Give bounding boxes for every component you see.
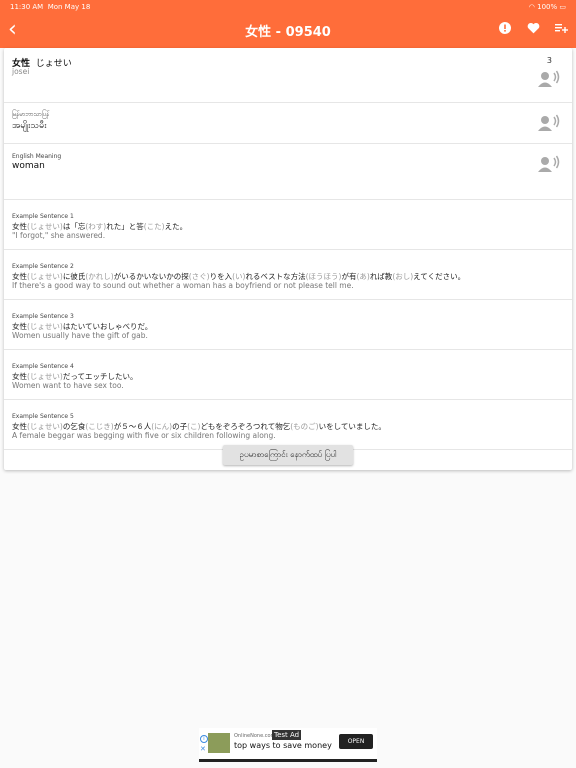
close-icon[interactable]: ✕	[200, 745, 206, 753]
example-sentence-label: Example Sentence 4	[12, 363, 74, 370]
example-sentence-label: Example Sentence 5	[12, 413, 74, 420]
wifi-icon: ◠	[528, 3, 535, 11]
japanese-text: れた」と答	[106, 222, 144, 231]
word-reading: じょせい	[35, 59, 72, 69]
ad-tag: Test Ad	[272, 730, 302, 740]
furigana: (ものご)	[290, 422, 319, 431]
furigana: (あ)	[356, 272, 370, 281]
japanese-text: はたいていおしゃべりだ。	[62, 322, 153, 331]
speaker-icon[interactable]	[538, 70, 560, 88]
furigana: (おし)	[392, 272, 414, 281]
japanese-text: は「忘	[62, 222, 86, 231]
furigana: (こた)	[143, 222, 165, 231]
japanese-text: えてください。	[413, 272, 466, 281]
ad-image	[208, 733, 230, 753]
japanese-text: いをしていました。	[318, 422, 386, 431]
japanese-text: の子	[172, 422, 188, 431]
speaker-icon[interactable]	[538, 114, 560, 132]
example-sentence-english: If there's a good way to sound out wheth…	[12, 281, 354, 290]
japanese-text: どもをぞろぞろつれて物乞	[200, 422, 291, 431]
adchoices-icon[interactable]: i	[200, 735, 208, 743]
add-list-icon[interactable]	[554, 21, 568, 35]
japanese-text: に彼氏	[62, 272, 86, 281]
japanese-text: 女性	[12, 222, 27, 231]
example-sentence-label: Example Sentence 1	[12, 213, 74, 220]
furigana: (わす)	[85, 222, 107, 231]
japanese-text: れば教	[369, 272, 393, 281]
example-sentence-english: A female beggar was begging with five or…	[12, 431, 276, 440]
speaker-icon[interactable]	[538, 155, 560, 173]
battery-icon: ▭	[559, 3, 566, 11]
furigana: (じょせい)	[27, 422, 63, 431]
info-icon[interactable]	[498, 21, 512, 35]
furigana: (い)	[232, 272, 246, 281]
ad-headline: top ways to save money	[234, 741, 332, 750]
furigana: (ほうほう)	[305, 272, 342, 281]
japanese-text: がいるかいないかの探	[113, 272, 189, 281]
status-bar: 11:30 AM Mon May 18 ◠ 100% ▭	[0, 0, 576, 14]
heart-icon[interactable]	[526, 21, 540, 35]
example-sentence-english: Women want to have sex too.	[12, 381, 124, 390]
word-romaji: josei	[12, 67, 30, 76]
status-date: Mon May 18	[47, 3, 91, 11]
japanese-text: えた。	[164, 222, 188, 231]
myanmar-label: မြန်မာဘာသာပြန်	[12, 111, 50, 118]
furigana: (にん)	[151, 422, 173, 431]
furigana: (じょせい)	[27, 272, 63, 281]
myanmar-row: မြန်မာဘာသာပြန် အမျိုးသမီး	[4, 103, 572, 144]
furigana: (じょせい)	[27, 222, 63, 231]
page-title: 女性 - 09540	[245, 25, 331, 40]
ad-source: OnlineNone.com	[234, 733, 276, 739]
furigana: (こじき)	[85, 422, 114, 431]
furigana: (じょせい)	[27, 372, 63, 381]
example-sentence-row: Example Sentence 3 女性(じょせい)はたいていおしゃべりだ。 Wo…	[4, 300, 572, 350]
english-row: English Meaning woman	[4, 144, 572, 200]
japanese-text: だってエッチしたい。	[62, 372, 138, 381]
furigana: (じょせい)	[27, 322, 63, 331]
japanese-text: の乞食	[62, 422, 86, 431]
japanese-text: れるベストな方法	[245, 272, 306, 281]
japanese-text: 女性	[12, 372, 27, 381]
example-sentence-label: Example Sentence 3	[12, 313, 74, 320]
battery-percent: 100%	[537, 3, 558, 11]
example-sentence-label: Example Sentence 2	[12, 263, 74, 270]
ad-open-button[interactable]: OPEN	[339, 734, 373, 749]
example-sentence-english: "I forgot," she answered.	[12, 231, 106, 240]
example-sentence-row: Example Sentence 1 女性(じょせい)は「忘(わす)れた」と答(こ…	[4, 200, 572, 250]
example-sentence-row: Example Sentence 5 女性(じょせい)の乞食(こじき)が５～６人(…	[4, 400, 572, 450]
ad-banner[interactable]: i ✕ OnlineNone.com Test Ad top ways to s…	[199, 728, 377, 762]
japanese-text: が５～６人	[113, 422, 152, 431]
word-row: 女性 じょせい josei 3	[4, 48, 572, 103]
example-sentence-row: Example Sentence 4 女性(じょせい)だってエッチしたい。 Wome…	[4, 350, 572, 400]
level-number: 3	[546, 56, 552, 65]
english-meaning: woman	[12, 161, 45, 171]
example-sentence-row: Example Sentence 2 女性(じょせい)に彼氏(かれし)がいるかいな…	[4, 250, 572, 300]
japanese-text: 女性	[12, 272, 27, 281]
japanese-text: 女性	[12, 422, 27, 431]
furigana: (こ)	[187, 422, 201, 431]
example-sentence-english: Women usually have the gift of gab.	[12, 331, 148, 340]
more-examples-button[interactable]: ဥပမာစာကြောင်း နောက်ထပ် ပြပါ	[223, 445, 353, 465]
japanese-text: 女性	[12, 322, 27, 331]
status-time: 11:30 AM	[10, 3, 44, 11]
myanmar-meaning: အမျိုးသမီး	[12, 121, 47, 131]
japanese-text: が有	[341, 272, 357, 281]
furigana: (かれし)	[85, 272, 114, 281]
app-bar: ‹ 女性 - 09540	[0, 14, 576, 46]
japanese-text: りを入	[209, 272, 233, 281]
english-label: English Meaning	[12, 153, 62, 160]
furigana: (さぐ)	[188, 272, 210, 281]
app-header: 11:30 AM Mon May 18 ◠ 100% ▭ ‹ 女性 - 0954…	[0, 0, 576, 48]
detail-card: 女性 じょせい josei 3 မြန်မာဘာသာပြန် အမျိုးသမီ…	[4, 48, 572, 470]
